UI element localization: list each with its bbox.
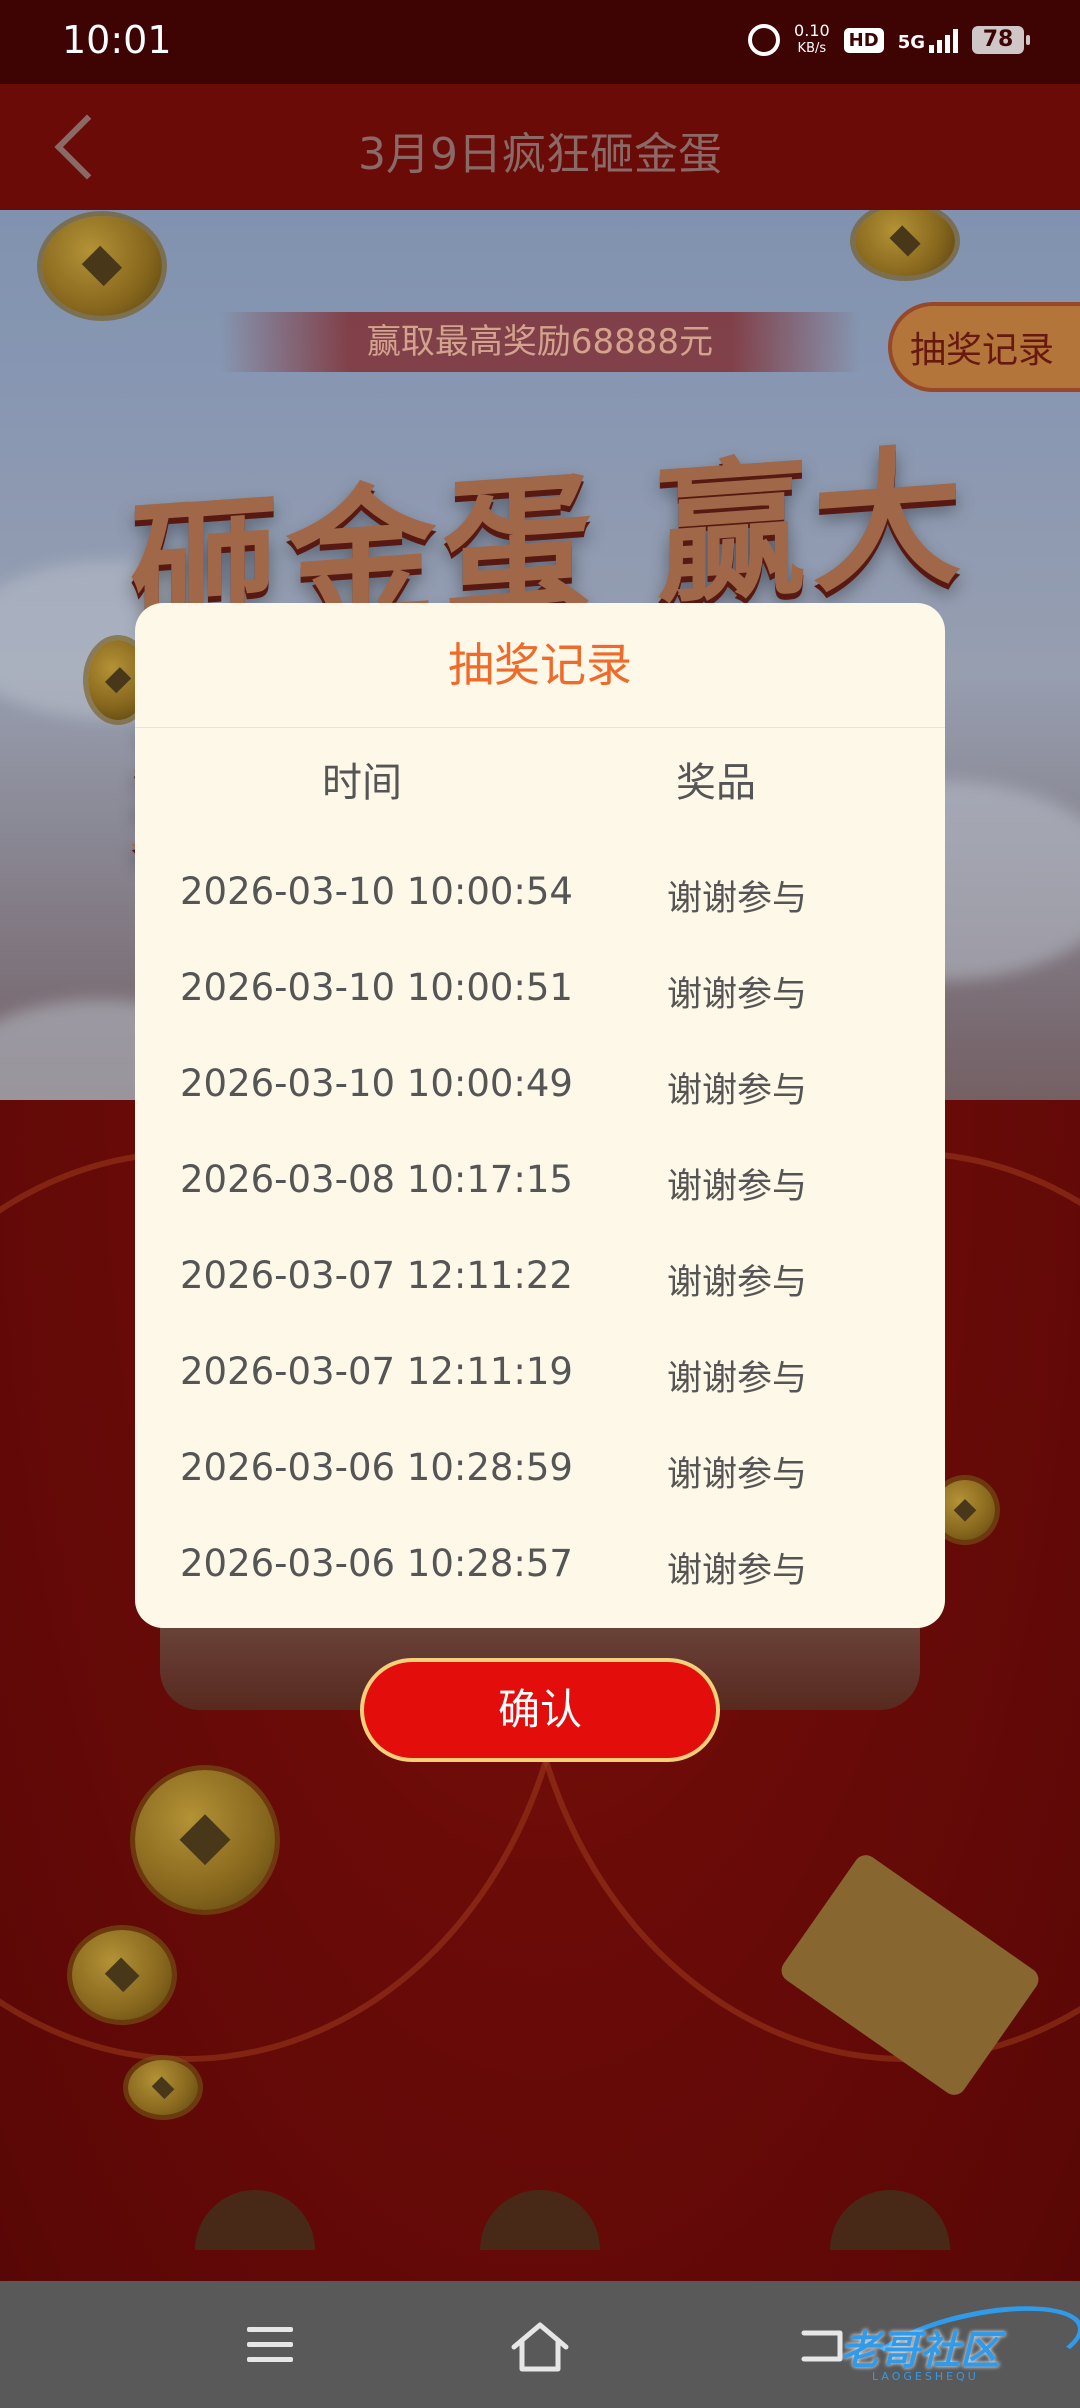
column-header-time: 时间 — [322, 760, 402, 806]
network-type: 5G — [897, 32, 925, 53]
table-header: 时间 奖品 — [135, 728, 945, 824]
lottery-record-dialog: 抽奖记录 时间 奖品 2026-03-10 10:00:54 谢谢参与 2026… — [135, 603, 945, 1628]
record-prize: 谢谢参与 — [667, 975, 808, 1015]
record-prize: 谢谢参与 — [667, 1359, 808, 1399]
record-list: 2026-03-10 10:00:54 谢谢参与 2026-03-10 10:0… — [135, 824, 945, 1592]
table-row: 2026-03-06 10:28:59 谢谢参与 — [135, 1400, 945, 1496]
signal-indicator: 5G — [898, 27, 958, 53]
record-prize: 谢谢参与 — [667, 1551, 808, 1591]
table-row: 2026-03-07 12:11:19 谢谢参与 — [135, 1304, 945, 1400]
status-icons: 0.10 KB/s HD 5G 78 — [748, 22, 1030, 58]
alarm-icon — [748, 24, 781, 56]
watermark-logo: 老哥社区 — [840, 2328, 1000, 2374]
dialog-title: 抽奖记录 — [135, 603, 945, 728]
column-header-prize: 奖品 — [676, 760, 756, 806]
table-row: 2026-03-10 10:00:54 谢谢参与 — [135, 824, 945, 920]
table-row: 2026-03-06 10:28:57 谢谢参与 — [135, 1496, 945, 1592]
record-prize: 谢谢参与 — [667, 1455, 808, 1495]
menu-icon[interactable] — [247, 2327, 293, 2363]
home-icon[interactable] — [510, 2321, 570, 2373]
watermark-subtext: LAOGESHEQU — [872, 2370, 979, 2383]
hd-badge: HD — [843, 27, 884, 53]
net-speed-value: 0.10 — [794, 21, 830, 40]
record-time: 2026-03-10 10:00:54 — [180, 870, 573, 913]
record-time: 2026-03-08 10:17:15 — [180, 1158, 573, 1201]
net-speed-unit: KB/s — [797, 41, 827, 56]
net-speed: 0.10 KB/s — [794, 22, 830, 58]
record-time: 2026-03-10 10:00:49 — [180, 1062, 573, 1105]
top-nav-bar: 3月9日疯狂砸金蛋 — [0, 84, 1080, 210]
table-row: 2026-03-10 10:00:51 谢谢参与 — [135, 920, 945, 1016]
record-time: 2026-03-07 12:11:22 — [180, 1254, 573, 1297]
signal-bars-icon — [929, 27, 958, 53]
record-prize: 谢谢参与 — [667, 879, 808, 919]
status-bar: 10:01 0.10 KB/s HD 5G 78 — [0, 0, 1080, 84]
record-time: 2026-03-07 12:11:19 — [180, 1350, 573, 1393]
confirm-button[interactable]: 确认 — [360, 1658, 720, 1762]
page-title: 3月9日疯狂砸金蛋 — [358, 129, 722, 180]
table-row: 2026-03-07 12:11:22 谢谢参与 — [135, 1208, 945, 1304]
table-row: 2026-03-08 10:17:15 谢谢参与 — [135, 1112, 945, 1208]
record-prize: 谢谢参与 — [667, 1071, 808, 1111]
record-time: 2026-03-06 10:28:59 — [180, 1446, 573, 1489]
record-time: 2026-03-06 10:28:57 — [180, 1542, 573, 1585]
table-row: 2026-03-10 10:00:49 谢谢参与 — [135, 1016, 945, 1112]
record-prize: 谢谢参与 — [667, 1263, 808, 1303]
status-time: 10:01 — [62, 18, 172, 62]
record-time: 2026-03-10 10:00:51 — [180, 966, 573, 1009]
record-prize: 谢谢参与 — [667, 1167, 808, 1207]
battery-icon: 78 — [972, 26, 1030, 54]
